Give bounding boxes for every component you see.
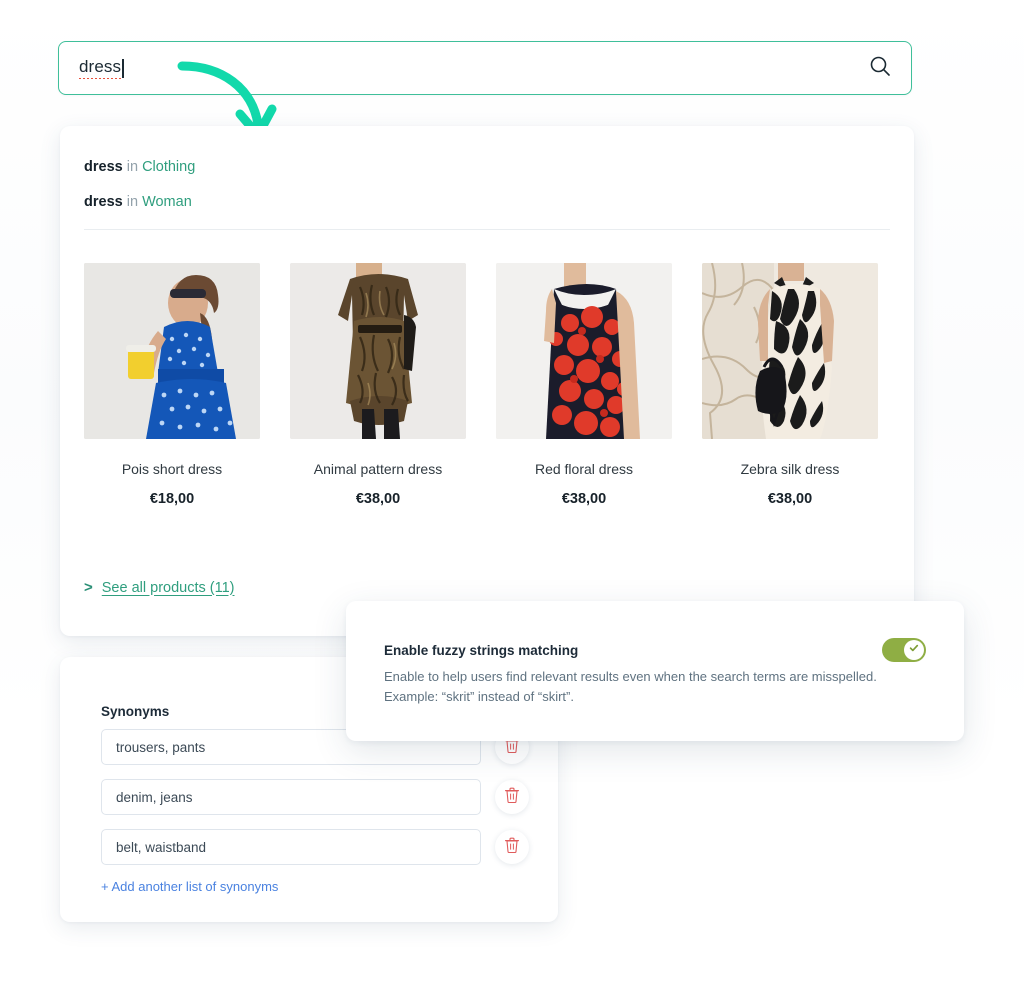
suggestion-connector: in [126, 193, 139, 210]
product-image-red-floral-dress [496, 263, 672, 439]
delete-synonym-button-3[interactable] [495, 830, 529, 864]
synonym-input-value: trousers, pants [116, 739, 206, 755]
synonym-input-2[interactable]: denim, jeans [101, 779, 481, 815]
product-title: Zebra silk dress [740, 461, 840, 477]
fuzzy-matching-header: Enable fuzzy strings matching [384, 638, 926, 662]
suggestion-category: Woman [142, 193, 192, 210]
synonym-row: denim, jeans [101, 779, 558, 815]
check-icon [908, 641, 920, 659]
search-icon [868, 54, 892, 83]
suggestion-term: dress [84, 193, 123, 210]
synonym-input-value: denim, jeans [116, 789, 193, 805]
delete-synonym-button-2[interactable] [495, 780, 529, 814]
product-image-animal-pattern-dress [290, 263, 466, 439]
suggestion-category: Clothing [142, 159, 196, 175]
synonym-input-value: belt, waistband [116, 839, 207, 855]
text-caret [122, 58, 124, 78]
suggestion-item[interactable]: dress in Clothing [84, 160, 914, 175]
synonyms-label: Synonyms [101, 704, 170, 719]
synonym-input-3[interactable]: belt, waistband [101, 829, 481, 865]
see-all-products-label: See all products (11) [101, 579, 235, 596]
product-image-zebra-silk-dress [702, 263, 878, 439]
suggestion-list: dress in Clothing dress in Woman [60, 126, 914, 209]
product-grid: Pois short dress €18,00 Animal pattern d… [60, 230, 914, 507]
see-all-products-link[interactable]: > See all products (11) [84, 579, 234, 596]
product-title: Pois short dress [121, 461, 223, 477]
product-card[interactable]: Animal pattern dress €38,00 [290, 263, 466, 507]
product-price: €38,00 [561, 490, 607, 507]
search-button[interactable] [863, 51, 897, 85]
page-root: dress dress in Clothing dress in Woman P… [0, 0, 1024, 1004]
trash-icon [505, 787, 519, 808]
synonym-row: belt, waistband [101, 829, 558, 865]
search-input-value: dress [79, 57, 122, 79]
product-price: €38,00 [767, 490, 813, 507]
fuzzy-matching-description: Enable to help users find relevant resul… [384, 669, 877, 705]
product-title: Red floral dress [534, 461, 634, 477]
product-card[interactable]: Pois short dress €18,00 [84, 263, 260, 507]
product-card[interactable]: Red floral dress €38,00 [496, 263, 672, 507]
suggestion-term: dress [84, 159, 123, 175]
chevron-right-icon: > [84, 579, 93, 596]
suggestion-connector: in [126, 159, 139, 175]
add-synonyms-link[interactable]: + Add another list of synonyms [101, 879, 278, 894]
product-price: €18,00 [149, 490, 195, 507]
product-price: €38,00 [355, 490, 401, 507]
search-bar[interactable]: dress [58, 41, 912, 95]
product-image-pois-short-dress [84, 263, 260, 439]
fuzzy-matching-panel: Enable fuzzy strings matching Enable to … [346, 601, 964, 741]
trash-icon [505, 837, 519, 858]
toggle-knob [904, 640, 924, 660]
fuzzy-matching-toggle[interactable] [882, 638, 926, 662]
autocomplete-dropdown: dress in Clothing dress in Woman Pois sh… [60, 126, 914, 636]
product-title: Animal pattern dress [313, 461, 443, 477]
suggestion-item[interactable]: dress in Woman [84, 193, 914, 210]
fuzzy-matching-title: Enable fuzzy strings matching [384, 642, 579, 658]
product-card[interactable]: Zebra silk dress €38,00 [702, 263, 878, 507]
synonyms-rows: trousers, pants denim, jeans belt, waist… [101, 729, 558, 879]
search-input[interactable]: dress [79, 42, 863, 94]
